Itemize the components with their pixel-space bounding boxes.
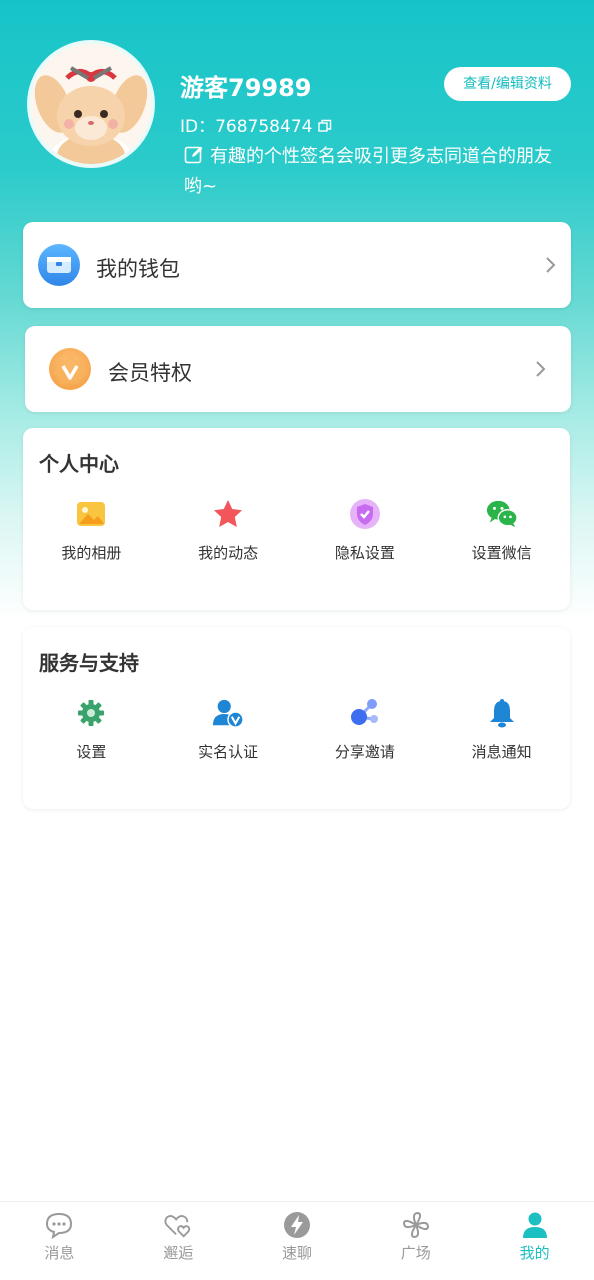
personal-center-card: 个人中心 我的相册 我的动态 隐私设置 设置微信 bbox=[23, 428, 570, 610]
edit-profile-button[interactable]: 查看/编辑资料 bbox=[444, 67, 571, 101]
tab-encounter[interactable]: 邂逅 bbox=[119, 1202, 238, 1280]
photo-album-item[interactable]: 我的相册 bbox=[23, 498, 160, 563]
privacy-settings-item[interactable]: 隐私设置 bbox=[297, 498, 434, 563]
avatar[interactable] bbox=[27, 40, 155, 168]
share-icon bbox=[349, 697, 381, 729]
personal-center-title: 个人中心 bbox=[39, 452, 119, 476]
share-invite-label: 分享邀请 bbox=[334, 743, 395, 761]
my-posts-item[interactable]: 我的动态 bbox=[160, 498, 297, 563]
verified-user-icon bbox=[212, 697, 244, 729]
tab-square[interactable]: 广场 bbox=[356, 1202, 475, 1280]
gear-icon bbox=[75, 697, 107, 729]
my-posts-label: 我的动态 bbox=[198, 544, 259, 562]
personal-center-grid: 我的相册 我的动态 隐私设置 设置微信 bbox=[23, 498, 570, 563]
photo-album-label: 我的相册 bbox=[61, 544, 122, 562]
vip-icon bbox=[49, 348, 91, 390]
wallet-icon bbox=[38, 244, 80, 286]
wallet-row[interactable]: 我的钱包 bbox=[23, 222, 571, 308]
username: 游客79989 bbox=[180, 74, 312, 102]
hearts-icon bbox=[163, 1210, 193, 1240]
signature[interactable]: 有趣的个性签名会吸引更多志同道合的朋友哟~ bbox=[184, 142, 554, 202]
service-support-grid: 设置 实名认证 分享邀请 消息通知 bbox=[23, 697, 570, 762]
privacy-settings-label: 隐私设置 bbox=[334, 544, 395, 562]
edit-pencil-icon bbox=[184, 145, 204, 165]
chat-icon bbox=[44, 1210, 74, 1240]
set-wechat-item[interactable]: 设置微信 bbox=[433, 498, 570, 563]
share-invite-item[interactable]: 分享邀请 bbox=[297, 697, 434, 762]
vip-label: 会员特权 bbox=[108, 361, 192, 385]
tab-mine-label: 我的 bbox=[519, 1244, 550, 1262]
wallet-label: 我的钱包 bbox=[96, 257, 180, 281]
real-name-verification-item[interactable]: 实名认证 bbox=[160, 697, 297, 762]
set-wechat-label: 设置微信 bbox=[471, 544, 532, 562]
star-icon bbox=[212, 498, 244, 530]
photo-album-icon bbox=[75, 498, 107, 530]
tab-quick-chat[interactable]: 速聊 bbox=[238, 1202, 357, 1280]
copy-icon[interactable] bbox=[318, 118, 332, 132]
user-id: ID：768758474 bbox=[180, 117, 313, 137]
tab-messages[interactable]: 消息 bbox=[0, 1202, 119, 1280]
bell-icon bbox=[486, 697, 518, 729]
tab-messages-label: 消息 bbox=[44, 1244, 75, 1262]
privacy-shield-icon bbox=[349, 498, 381, 530]
bottom-tab-bar: 消息 邂逅 速聊 广场 我的 bbox=[0, 1201, 594, 1280]
tab-encounter-label: 邂逅 bbox=[163, 1244, 194, 1262]
signature-text: 有趣的个性签名会吸引更多志同道合的朋友哟~ bbox=[184, 146, 552, 197]
tab-mine[interactable]: 我的 bbox=[475, 1202, 594, 1280]
lightning-icon bbox=[282, 1210, 312, 1240]
user-icon bbox=[520, 1210, 550, 1240]
tab-square-label: 广场 bbox=[400, 1244, 431, 1262]
vip-row[interactable]: 会员特权 bbox=[25, 326, 571, 412]
chevron-right-icon bbox=[546, 257, 556, 273]
notifications-item[interactable]: 消息通知 bbox=[433, 697, 570, 762]
pinwheel-icon bbox=[401, 1210, 431, 1240]
service-support-card: 服务与支持 设置 实名认证 分享邀请 消息通知 bbox=[23, 627, 570, 809]
real-name-verification-label: 实名认证 bbox=[198, 743, 259, 761]
notifications-label: 消息通知 bbox=[471, 743, 532, 761]
wechat-icon bbox=[486, 498, 518, 530]
chevron-right-icon bbox=[536, 361, 546, 377]
tab-quick-chat-label: 速聊 bbox=[281, 1244, 312, 1262]
service-support-title: 服务与支持 bbox=[39, 651, 139, 675]
user-id-row: ID：768758474 bbox=[180, 112, 332, 137]
settings-label: 设置 bbox=[76, 743, 107, 761]
settings-item[interactable]: 设置 bbox=[23, 697, 160, 762]
profile-header: 游客79989 查看/编辑资料 ID：768758474 有趣的个性签名会吸引更… bbox=[0, 0, 594, 210]
bunny-avatar-icon bbox=[31, 44, 151, 164]
